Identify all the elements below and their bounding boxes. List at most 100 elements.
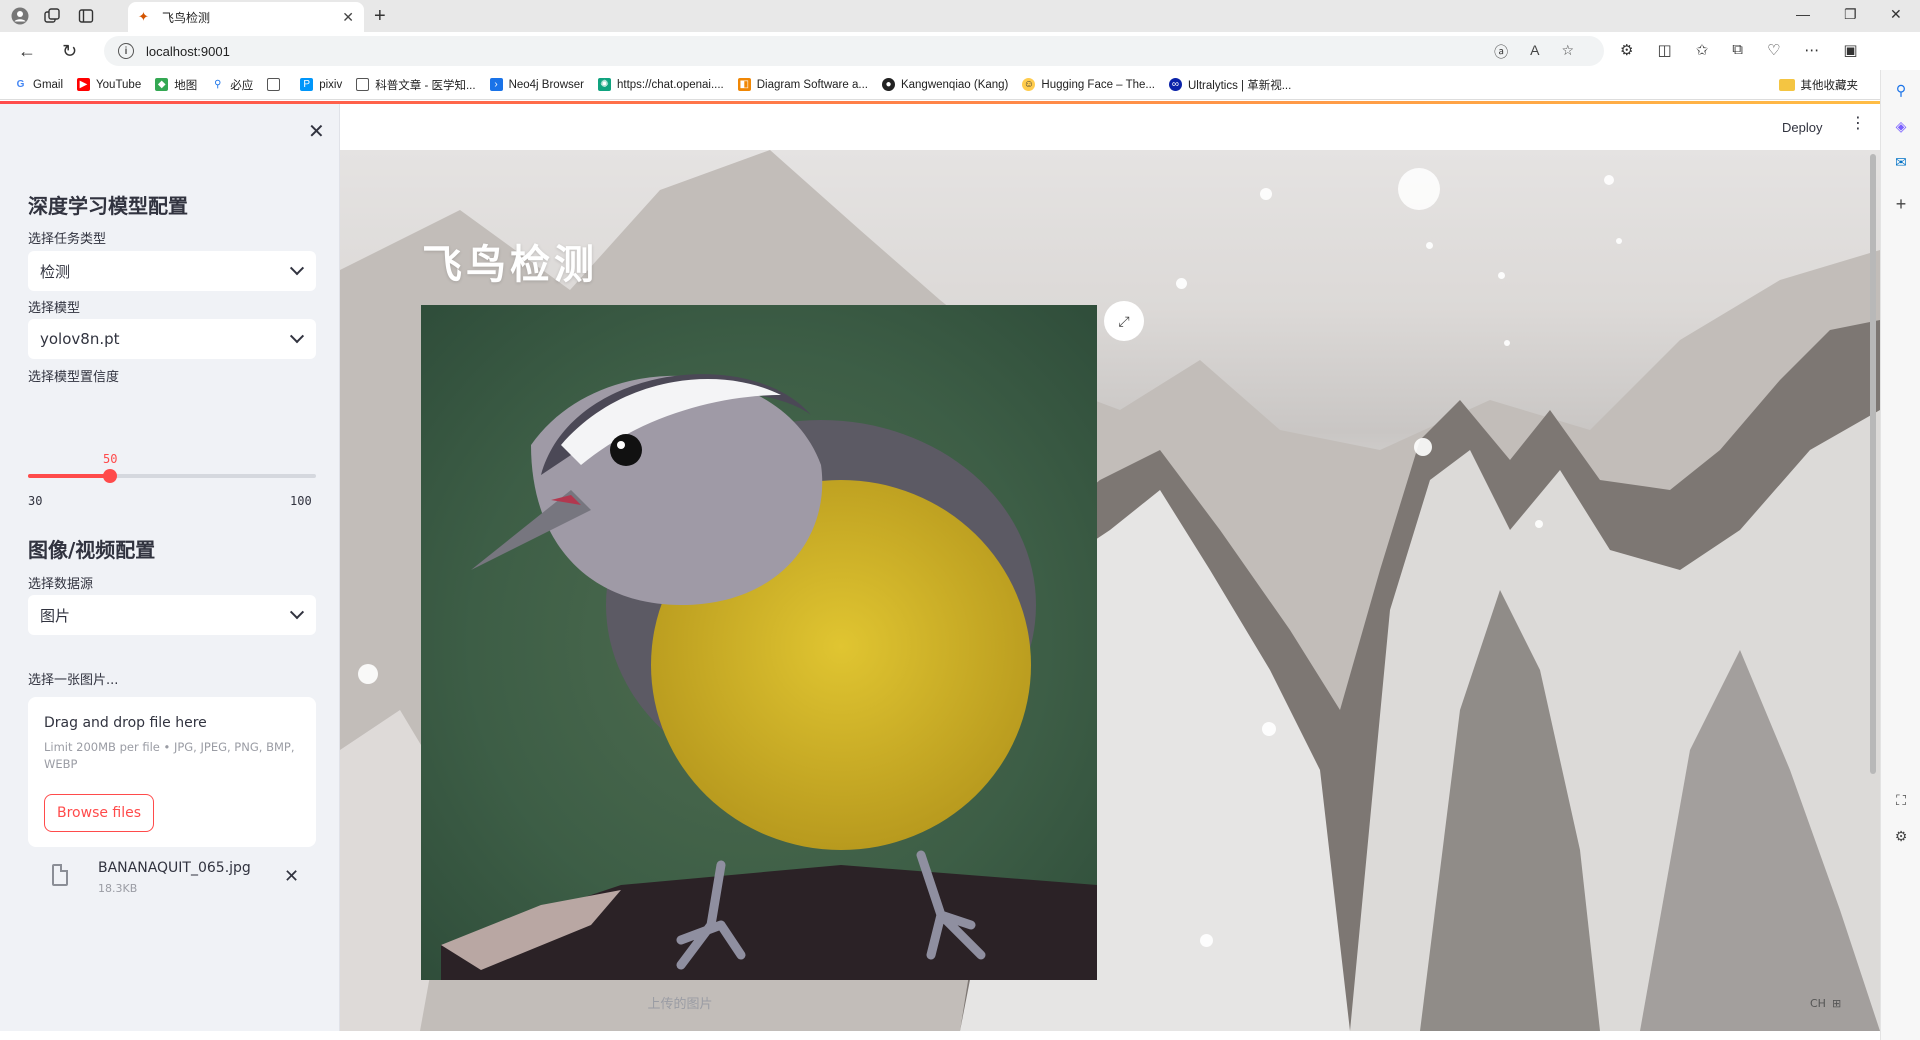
copilot-icon[interactable]: ▣ [1843, 41, 1857, 59]
translate-icon[interactable]: ⓐ [1494, 42, 1508, 62]
bookmark-item[interactable]: ● Kangwenqiao (Kang) [881, 78, 1008, 91]
bird-illustration [441, 374, 1097, 980]
bookmark-item[interactable]: ⚲ 必应 [211, 77, 253, 93]
favorite-star-icon[interactable]: ☆ [1561, 42, 1574, 62]
upload-label: 选择一张图片... [28, 673, 119, 688]
chevron-down-icon [289, 329, 305, 344]
bookmark-item[interactable]: G Gmail [14, 78, 63, 91]
address-toolbar: ← ↻ i localhost:9001 ⓐ A ☆ ⚙ ◫ ✩ ⧉ ♡ ⋯ ▣ [0, 32, 1920, 70]
collections-icon[interactable]: ⧉ [1732, 41, 1743, 59]
deploy-button[interactable]: Deploy [1782, 120, 1822, 135]
sidebar: ✕ 深度学习模型配置 选择任务类型 检测 选择模型 yolov8n.pt 选择模… [0, 104, 340, 1031]
close-window-icon[interactable]: ✕ [1890, 6, 1902, 23]
bookmark-item[interactable]: ◆ 地图 [155, 77, 197, 93]
page-scrollbar[interactable] [1870, 154, 1876, 774]
outlook-icon[interactable]: ✉ [1891, 152, 1911, 172]
snowflake [1426, 242, 1433, 249]
app-header: Deploy ⋮ [340, 104, 1880, 150]
youtube-icon: ▶ [77, 78, 91, 91]
uploaded-bird-image [421, 305, 1097, 980]
bookmark-item[interactable]: Ppixiv [300, 78, 342, 91]
source-select[interactable]: 图片 [28, 595, 316, 635]
slider-thumb[interactable] [103, 469, 118, 483]
slider-value: 50 [103, 452, 118, 466]
drawio-icon: ◧ [737, 78, 751, 91]
bookmark-item[interactable]: ▶ YouTube [77, 78, 141, 91]
restore-icon[interactable]: ❐ [1844, 6, 1857, 23]
source-select-value: 图片 [40, 606, 71, 625]
neo4j-icon: › [489, 78, 503, 91]
document-icon [267, 78, 281, 91]
file-size: 18.3KB [98, 882, 138, 895]
pixiv-icon: P [300, 78, 314, 91]
model-select-value: yolov8n.pt [40, 330, 120, 348]
model-section-title: 深度学习模型配置 [28, 194, 188, 218]
snowflake [1504, 340, 1510, 346]
page-title: 飞鸟检测 [422, 241, 598, 288]
back-icon[interactable]: ← [18, 41, 36, 61]
bookmark-item[interactable] [267, 78, 286, 91]
snowflake [1200, 934, 1213, 947]
bing-search-icon: ⚲ [211, 78, 225, 91]
close-tab-icon[interactable]: ✕ [342, 9, 354, 26]
snowflake [1604, 175, 1614, 185]
profile-icon[interactable] [10, 6, 30, 26]
model-select[interactable]: yolov8n.pt [28, 319, 316, 359]
task-select-value: 检测 [40, 262, 71, 281]
settings-icon[interactable]: ⚙ [1891, 826, 1911, 846]
copilot-sidebar-icon[interactable]: ◈ [1891, 116, 1911, 136]
bookmark-item[interactable]: ◧ Diagram Software a... [737, 78, 868, 91]
browser-tab-bar: ✦ 飞鸟检测 ✕ + — ❐ ✕ [0, 0, 1920, 32]
bookmark-item[interactable]: ✺ https://chat.openai.... [597, 78, 724, 91]
more-menu-icon[interactable]: ⋯ [1804, 41, 1819, 59]
remove-file-icon[interactable]: ✕ [284, 866, 299, 887]
snowflake [1535, 520, 1543, 528]
task-label: 选择任务类型 [28, 232, 107, 247]
browse-files-button[interactable]: Browse files [44, 794, 155, 832]
close-sidebar-icon[interactable]: ✕ [308, 122, 325, 142]
github-icon: ● [881, 78, 895, 91]
ultralytics-icon: ∞ [1168, 78, 1182, 91]
file-dropzone[interactable]: Drag and drop file here Limit 200MB per … [28, 697, 316, 847]
screenshot-icon[interactable]: ⛶ [1891, 790, 1911, 810]
add-sidebar-app-icon[interactable]: + [1891, 194, 1911, 214]
confidence-slider[interactable]: 50 [28, 452, 316, 483]
model-label: 选择模型 [28, 301, 81, 316]
url-text[interactable]: localhost:9001 [146, 44, 230, 59]
workspaces-icon[interactable] [42, 6, 62, 26]
bookmark-item[interactable]: › Neo4j Browser [489, 78, 584, 91]
minimize-icon[interactable]: — [1796, 6, 1810, 22]
main-content: Deploy ⋮ 飞鸟检测 ⤢ 上传的图片 CH ⊞ [340, 104, 1880, 1031]
site-info-icon[interactable]: i [118, 43, 134, 59]
extensions-icon[interactable]: ⚙ [1620, 41, 1633, 59]
split-screen-icon[interactable]: ◫ [1657, 41, 1671, 59]
slider-min: 30 [28, 494, 43, 508]
browser-essentials-icon[interactable]: ♡ [1767, 41, 1780, 59]
image-caption: 上传的图片 [647, 997, 713, 1012]
bookmarks-folder[interactable]: 其他收藏夹 [1778, 77, 1858, 93]
tab-actions-icon[interactable] [76, 6, 96, 26]
google-icon: G [14, 78, 27, 91]
chevron-down-icon [289, 605, 305, 620]
bookmark-item[interactable]: ☺ Hugging Face – The... [1022, 78, 1155, 91]
ime-indicator[interactable]: CH ⊞ [1810, 997, 1850, 1017]
slider-fill [28, 474, 111, 478]
favorites-icon[interactable]: ✩ [1696, 41, 1709, 59]
task-select[interactable]: 检测 [28, 251, 316, 291]
bookmark-item[interactable]: ∞ Ultralytics | 革新视... [1168, 77, 1291, 93]
address-bar[interactable]: i localhost:9001 ⓐ A ☆ [104, 36, 1604, 66]
huggingface-icon: ☺ [1022, 78, 1036, 91]
main-menu-icon[interactable]: ⋮ [1850, 116, 1866, 132]
ime-layout-icon: ⊞ [1831, 997, 1842, 1010]
snowflake [1176, 278, 1187, 289]
chevron-down-icon [289, 261, 305, 276]
bookmark-item[interactable]: 科普文章 - 医学知... [356, 77, 476, 93]
browser-tab-active[interactable]: ✦ 飞鸟检测 ✕ [128, 2, 364, 32]
search-icon[interactable]: ⚲ [1891, 80, 1911, 100]
openai-icon: ✺ [597, 78, 611, 91]
refresh-icon[interactable]: ↻ [62, 41, 77, 61]
fullscreen-expand-icon[interactable]: ⤢ [1104, 301, 1144, 341]
read-aloud-icon[interactable]: A [1530, 42, 1539, 62]
new-tab-button[interactable]: + [374, 6, 386, 26]
browser-side-rail: ⚲ ◈ ✉ + ⛶ ⚙ [1880, 70, 1920, 1040]
